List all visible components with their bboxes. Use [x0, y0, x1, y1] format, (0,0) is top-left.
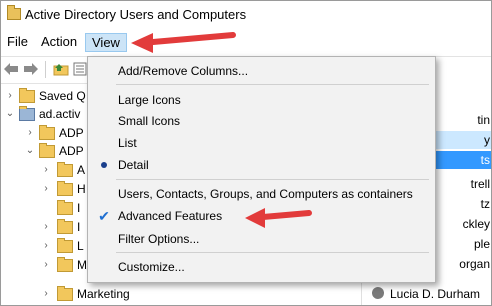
menu-item-add-remove-columns[interactable]: Add/Remove Columns...	[88, 61, 435, 81]
folder-icon	[39, 143, 55, 158]
list-item-label: ts	[480, 153, 490, 167]
title-bar: Active Directory Users and Computers	[1, 1, 491, 27]
menu-item-detail[interactable]: Detail	[88, 155, 435, 175]
chevron-right-icon[interactable]: ›	[41, 218, 51, 236]
menu-bar: File Action View	[1, 31, 491, 53]
chevron-down-icon[interactable]: ⌄	[5, 105, 15, 123]
red-arrow-icon	[245, 208, 312, 228]
toolbar-separator	[45, 61, 46, 78]
window-title: Active Directory Users and Computers	[25, 7, 247, 22]
menu-file[interactable]: File	[1, 33, 34, 51]
menu-item-filter-options[interactable]: Filter Options...	[88, 229, 435, 249]
folder-icon	[7, 5, 21, 20]
tree-item-marketing[interactable]: › Marketing	[1, 285, 361, 303]
menu-item-label: List	[118, 136, 137, 150]
folder-icon	[57, 181, 73, 196]
chevron-right-icon[interactable]: ›	[41, 256, 51, 274]
view-menu-dropdown: Add/Remove Columns... Large Icons Small …	[87, 56, 436, 283]
tree-item-label: Saved Q	[39, 89, 86, 103]
menu-item-label: Customize...	[118, 260, 185, 274]
tree-item-label: M	[77, 258, 87, 272]
list-item[interactable]: Lucia D. Durham	[362, 285, 491, 303]
menu-item-label: Add/Remove Columns...	[118, 64, 249, 78]
list-item-label: tz	[480, 197, 490, 211]
chevron-right-icon[interactable]: ›	[41, 180, 51, 198]
tree-item-label: ADP	[59, 126, 84, 140]
list-item-label: ckley	[462, 217, 490, 231]
chevron-right-icon[interactable]: ›	[25, 124, 35, 142]
chevron-right-icon[interactable]: ›	[5, 87, 15, 105]
app-window: Active Directory Users and Computers Fil…	[0, 0, 492, 306]
checkmark-icon: ✔	[98, 208, 110, 224]
back-arrow-icon[interactable]	[3, 62, 19, 76]
menu-separator	[116, 252, 429, 253]
list-item-label: organ	[459, 257, 490, 271]
red-arrow-icon	[131, 32, 236, 53]
folder-up-icon[interactable]	[53, 62, 69, 76]
menu-view[interactable]: View	[85, 33, 127, 52]
menu-item-label: Advanced Features	[118, 209, 223, 223]
tree-item-label: A	[77, 163, 86, 177]
menu-item-small-icons[interactable]: Small Icons	[88, 111, 435, 131]
folder-icon	[57, 200, 73, 215]
selected-bullet-icon	[101, 162, 107, 168]
menu-separator	[116, 179, 429, 180]
forward-arrow-icon[interactable]	[23, 62, 39, 76]
menu-item-label: Filter Options...	[118, 232, 200, 246]
chevron-down-icon[interactable]: ⌄	[25, 142, 35, 160]
menu-item-label: Small Icons	[118, 114, 181, 128]
folder-icon	[57, 162, 73, 177]
tree-item-label: Marketing	[77, 287, 130, 301]
tree-item-label: ADP	[59, 144, 84, 158]
tree-item-label: ad.activ	[39, 107, 81, 121]
menu-item-users-as-containers[interactable]: Users, Contacts, Groups, and Computers a…	[88, 184, 435, 204]
list-item-label: y	[484, 133, 490, 147]
list-item-label: trell	[470, 177, 490, 191]
domain-icon	[19, 106, 35, 121]
list-item-label: Lucia D. Durham	[390, 287, 481, 301]
menu-item-customize[interactable]: Customize...	[88, 257, 435, 277]
list-item-label: tin	[477, 113, 490, 127]
menu-separator	[116, 84, 429, 85]
tree-item-label: L	[77, 239, 84, 253]
menu-action[interactable]: Action	[35, 33, 83, 51]
folder-icon	[19, 88, 35, 103]
tree-item-label: I	[77, 201, 81, 215]
tree-item-label: I	[77, 220, 81, 234]
folder-icon	[57, 286, 73, 301]
tree-item-label: H	[77, 182, 86, 196]
menu-item-label: Users, Contacts, Groups, and Computers a…	[118, 187, 413, 201]
chevron-right-icon[interactable]: ›	[41, 285, 51, 303]
chevron-right-icon[interactable]: ›	[41, 161, 51, 179]
menu-item-label: Large Icons	[118, 93, 181, 107]
list-item-label: ple	[473, 237, 490, 251]
chevron-right-icon[interactable]: ›	[41, 237, 51, 255]
user-icon	[372, 287, 384, 299]
menu-item-list[interactable]: List	[88, 133, 435, 153]
menu-item-label: Detail	[118, 158, 149, 172]
folder-icon	[39, 125, 55, 140]
folder-icon	[57, 257, 73, 272]
folder-icon	[57, 219, 73, 234]
folder-icon	[57, 238, 73, 253]
menu-item-large-icons[interactable]: Large Icons	[88, 90, 435, 110]
